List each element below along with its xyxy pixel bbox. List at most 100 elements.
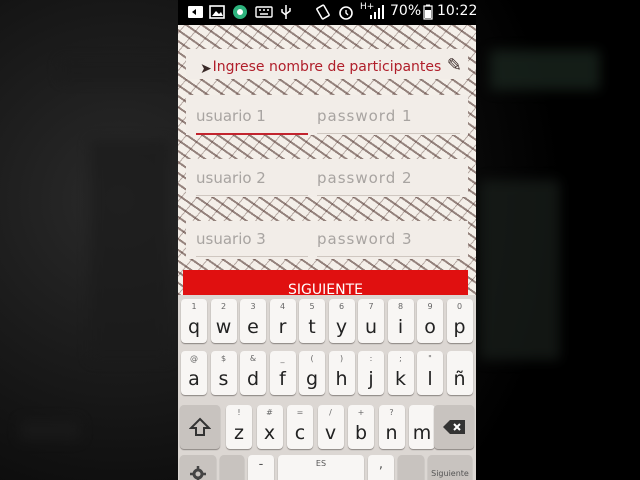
keyboard-icon: [255, 6, 273, 18]
alarm-icon: [339, 6, 353, 20]
key-hint: ;: [399, 354, 402, 363]
key-label: c: [294, 422, 306, 444]
backspace-key[interactable]: [434, 405, 474, 449]
username-field-3[interactable]: usuario 3: [196, 230, 308, 257]
battery-icon: [423, 4, 433, 20]
image-icon: [209, 5, 225, 19]
battery-percent: 70%: [390, 3, 422, 19]
chrome-icon: [233, 5, 247, 19]
comma-key-label: ,: [378, 457, 384, 472]
key-g[interactable]: (g: [299, 351, 325, 395]
key-c[interactable]: = c: [287, 405, 313, 449]
key-label: t: [308, 316, 316, 338]
key-f[interactable]: _ f: [269, 351, 296, 395]
pencil-icon: ✎: [446, 55, 462, 76]
key-hint: 7: [368, 302, 374, 311]
signal-icon: [370, 5, 384, 19]
space-key[interactable]: ES: [278, 455, 364, 480]
phone-screen: H+ 70% 10:22 ➤ Ingrese nombre de partici…: [178, 0, 476, 480]
key-z[interactable]: ! z: [226, 405, 252, 449]
key-hint: (: [310, 354, 314, 363]
key-hint: /: [329, 408, 332, 417]
username-field-2[interactable]: usuario 2: [196, 169, 308, 196]
key-e[interactable]: 3e: [240, 299, 266, 343]
key-l[interactable]: " l: [417, 351, 443, 395]
key-label: a: [188, 368, 200, 390]
dash-key[interactable]: -: [248, 455, 274, 480]
key-label: f: [279, 368, 286, 390]
key-h[interactable]: ) h: [328, 351, 355, 395]
key-label: e: [247, 316, 259, 338]
key-m[interactable]: m: [409, 405, 435, 449]
shift-icon: [189, 417, 211, 436]
key-label: x: [263, 422, 276, 444]
key-hint: !: [237, 408, 241, 417]
key-o[interactable]: 9o: [417, 299, 443, 343]
key-label: u: [364, 316, 378, 338]
key-label: v: [324, 422, 337, 444]
shift-key[interactable]: [180, 405, 220, 449]
password-field-1[interactable]: password 1: [317, 107, 460, 134]
key-hint: =: [296, 408, 304, 417]
key-hint: @: [190, 354, 198, 363]
key-hint: 0: [456, 302, 463, 311]
comma-key[interactable]: ,: [368, 455, 394, 480]
key-hint: 3: [250, 302, 256, 311]
key-hint: ?: [389, 408, 394, 417]
key-n[interactable]: ? n: [378, 405, 405, 449]
key-label: n: [385, 422, 398, 444]
next-action-label: Siguiente: [431, 469, 469, 478]
key-hint: _: [280, 354, 285, 363]
status-bar: H+ 70% 10:22: [178, 0, 476, 25]
key-hint: 9: [427, 302, 433, 311]
key-a[interactable]: @ a: [181, 351, 207, 395]
password-field-2[interactable]: password 2: [317, 169, 460, 196]
key-label: b: [354, 422, 368, 444]
key-label: g: [305, 368, 319, 390]
key-x[interactable]: # x: [256, 405, 283, 449]
key-i[interactable]: 8i: [387, 299, 414, 343]
key-d[interactable]: & d: [240, 351, 266, 395]
key-label: ñ: [453, 368, 466, 390]
next-button[interactable]: SIGUIENTE: [183, 270, 468, 296]
key-label: p: [453, 316, 466, 338]
key-ñ[interactable]: ñ: [446, 351, 473, 395]
key-hint: #: [266, 408, 273, 417]
key-u[interactable]: 7u: [358, 299, 384, 343]
key-label: s: [218, 368, 229, 390]
key-hint: :: [369, 354, 373, 363]
page-title: Ingrese nombre de participantes: [212, 59, 442, 75]
key-label: w: [215, 316, 232, 338]
space-key-label: ES: [315, 459, 327, 468]
settings-key[interactable]: [180, 455, 216, 480]
key-t[interactable]: 5t: [299, 299, 325, 343]
password-field-3[interactable]: password 3: [317, 230, 460, 257]
key-label: z: [234, 422, 244, 444]
key-w[interactable]: 2w: [210, 299, 237, 343]
key-hint: ): [339, 354, 344, 363]
key-r[interactable]: 4r: [269, 299, 296, 343]
key-b[interactable]: + b: [348, 405, 374, 449]
gear-icon: [190, 466, 206, 480]
key-hint: 2: [220, 302, 227, 311]
notification-icon: [188, 6, 203, 18]
next-action-key[interactable]: Siguiente: [428, 455, 472, 480]
key-j[interactable]: :j: [358, 351, 384, 395]
emoji-key[interactable]: [220, 455, 244, 480]
mic-key[interactable]: [398, 455, 424, 480]
key-label: o: [424, 316, 436, 338]
key-hint: $: [220, 354, 227, 363]
backspace-icon: [443, 420, 465, 434]
key-k[interactable]: ; k: [387, 351, 414, 395]
key-s[interactable]: $ s: [210, 351, 237, 395]
usb-icon: [281, 5, 291, 19]
key-label: r: [278, 316, 287, 338]
username-field-1[interactable]: usuario 1: [196, 107, 308, 135]
key-y[interactable]: 6y: [328, 299, 355, 343]
soft-keyboard: 1q2w3e4r5t6y7u8i9o0p @ a $ s & d _ f(g) h: j; k " l ñ…: [178, 295, 476, 480]
key-hint: 5: [309, 302, 315, 311]
key-label: h: [335, 368, 348, 390]
key-p[interactable]: 0p: [446, 299, 473, 343]
key-q[interactable]: 1q: [181, 299, 207, 343]
key-v[interactable]: / v: [317, 405, 344, 449]
